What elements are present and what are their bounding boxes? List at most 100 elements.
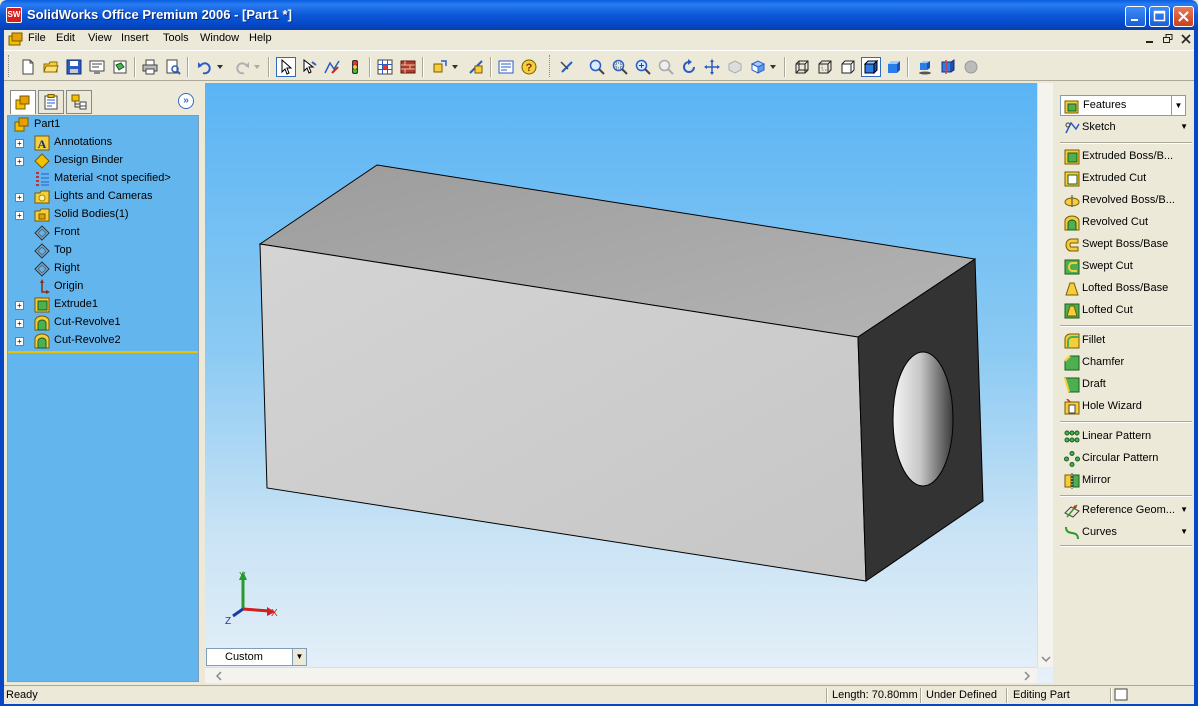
- solidworks-app-icon[interactable]: SW: [6, 7, 22, 23]
- standard-views-dropdown-icon[interactable]: [768, 57, 778, 77]
- sketch-edit-icon[interactable]: [322, 57, 342, 77]
- circular-pattern-button[interactable]: Circular Pattern: [1060, 449, 1190, 469]
- tree-item-lights-and-cameras[interactable]: + Lights and Cameras: [8, 188, 198, 206]
- document-close-icon[interactable]: [1178, 33, 1194, 47]
- rotate-view-icon[interactable]: [679, 57, 699, 77]
- shadows-in-shaded-mode-icon[interactable]: [915, 57, 935, 77]
- tree-item-material[interactable]: Material <not specified>: [8, 170, 198, 188]
- zoom-to-selection-icon[interactable]: [656, 57, 676, 77]
- maximize-button[interactable]: [1149, 6, 1170, 27]
- save-icon[interactable]: [64, 57, 84, 77]
- tab-configuration-manager[interactable]: [66, 90, 92, 114]
- standard-views-icon[interactable]: [748, 57, 768, 77]
- view-orientation-select[interactable]: Custom ▼: [206, 648, 307, 666]
- chevron-down-icon[interactable]: ▼: [292, 649, 306, 665]
- swept-cut-button[interactable]: Swept Cut: [1060, 257, 1190, 277]
- tree-item-cut-revolve2[interactable]: + Cut-Revolve2: [8, 332, 198, 350]
- hidden-lines-removed-icon[interactable]: [838, 57, 858, 77]
- part-model-view[interactable]: Y X Z: [205, 83, 1037, 667]
- menu-tools[interactable]: Tools: [163, 32, 189, 44]
- scroll-right-icon[interactable]: [1021, 669, 1033, 683]
- menu-insert[interactable]: Insert: [121, 32, 149, 44]
- tree-item-top-plane[interactable]: Top: [8, 242, 198, 260]
- realview-graphics-icon[interactable]: [961, 57, 981, 77]
- scroll-down-icon[interactable]: [1039, 653, 1053, 665]
- print-preview-sheet-icon[interactable]: [87, 57, 107, 77]
- wireframe-icon[interactable]: [792, 57, 812, 77]
- sketch-toolbar-button[interactable]: Sketch ▼: [1060, 118, 1190, 138]
- make-drawing-icon[interactable]: [110, 57, 130, 77]
- linear-pattern-button[interactable]: Linear Pattern: [1060, 427, 1190, 447]
- tree-item-solid-bodies[interactable]: + Solid Bodies(1): [8, 206, 198, 224]
- redo-dropdown-icon[interactable]: [252, 57, 262, 77]
- chevron-down-icon[interactable]: ▼: [1180, 505, 1188, 514]
- curves-button[interactable]: Curves ▼: [1060, 523, 1190, 543]
- menu-help[interactable]: Help: [249, 32, 272, 44]
- zoom-in-out-icon[interactable]: [633, 57, 653, 77]
- lofted-cut-button[interactable]: Lofted Cut: [1060, 301, 1190, 321]
- tree-item-part1[interactable]: Part1: [8, 116, 198, 134]
- tree-item-cut-revolve1[interactable]: + Cut-Revolve1: [8, 314, 198, 332]
- tab-feature-manager[interactable]: [10, 90, 36, 114]
- mirror-button[interactable]: Mirror: [1060, 471, 1190, 491]
- menu-window[interactable]: Window: [200, 32, 239, 44]
- extruded-cut-button[interactable]: Extruded Cut: [1060, 169, 1190, 189]
- chevron-down-icon[interactable]: ▼: [1171, 96, 1185, 115]
- hole-wizard-button[interactable]: Hole Wizard: [1060, 397, 1190, 417]
- select-arrow-icon[interactable]: [276, 57, 296, 77]
- quick-tips-icon[interactable]: [1114, 688, 1130, 702]
- toolbar-select-dropdown[interactable]: Features ▼: [1060, 95, 1186, 116]
- tree-item-extrude1[interactable]: + Extrude1: [8, 296, 198, 314]
- lofted-boss-button[interactable]: Lofted Boss/Base: [1060, 279, 1190, 299]
- new-document-icon[interactable]: [18, 57, 38, 77]
- chevron-down-icon[interactable]: ▼: [1180, 527, 1188, 536]
- previous-view-icon[interactable]: [557, 57, 577, 77]
- grid-icon[interactable]: [375, 57, 395, 77]
- scroll-left-icon[interactable]: [213, 669, 225, 683]
- shaded-icon[interactable]: [884, 57, 904, 77]
- tree-item-right-plane[interactable]: Right: [8, 260, 198, 278]
- options-icon[interactable]: [496, 57, 516, 77]
- fillet-button[interactable]: Fillet: [1060, 331, 1190, 351]
- close-button[interactable]: [1173, 6, 1194, 27]
- print-preview-icon[interactable]: [163, 57, 183, 77]
- undo-icon[interactable]: [195, 57, 215, 77]
- open-folder-icon[interactable]: [41, 57, 61, 77]
- revolved-cut-button[interactable]: Revolved Cut: [1060, 213, 1190, 233]
- help-icon[interactable]: ?: [519, 57, 539, 77]
- reference-geometry-button[interactable]: Reference Geom... ▼: [1060, 501, 1190, 521]
- appearance-icon[interactable]: [398, 57, 418, 77]
- rebuild-icon[interactable]: [345, 57, 365, 77]
- insert-component-dropdown-icon[interactable]: [450, 57, 460, 77]
- print-icon[interactable]: [140, 57, 160, 77]
- expand-plus-icon[interactable]: +: [15, 139, 24, 148]
- section-view-icon[interactable]: [938, 57, 958, 77]
- expand-plus-icon[interactable]: +: [15, 211, 24, 220]
- insert-component-icon[interactable]: [430, 57, 450, 77]
- tree-item-design-binder[interactable]: + Design Binder: [8, 152, 198, 170]
- extruded-boss-button[interactable]: Extruded Boss/B...: [1060, 147, 1190, 167]
- expand-panel-icon[interactable]: »: [178, 93, 194, 109]
- title-bar[interactable]: SW SolidWorks Office Premium 2006 - [Par…: [0, 0, 1198, 30]
- chevron-down-icon[interactable]: ▼: [1180, 122, 1188, 131]
- zoom-to-fit-icon[interactable]: [587, 57, 607, 77]
- redo-icon[interactable]: [232, 57, 252, 77]
- chamfer-button[interactable]: Chamfer: [1060, 353, 1190, 373]
- document-minimize-icon[interactable]: [1142, 33, 1158, 47]
- expand-plus-icon[interactable]: +: [15, 319, 24, 328]
- menu-edit[interactable]: Edit: [56, 32, 75, 44]
- draft-button[interactable]: Draft: [1060, 375, 1190, 395]
- tree-item-annotations[interactable]: + A Annotations: [8, 134, 198, 152]
- shaded-with-edges-icon[interactable]: [861, 57, 881, 77]
- graphics-area[interactable]: Y X Z Custom ▼: [205, 83, 1053, 683]
- toolbar-grip[interactable]: [8, 55, 11, 77]
- revolved-boss-button[interactable]: Revolved Boss/B...: [1060, 191, 1190, 211]
- solidworks-logo-icon[interactable]: [8, 32, 24, 47]
- rollback-bar[interactable]: [8, 351, 198, 353]
- expand-plus-icon[interactable]: +: [15, 301, 24, 310]
- horizontal-scrollbar[interactable]: [205, 667, 1037, 683]
- hidden-lines-visible-icon[interactable]: [815, 57, 835, 77]
- pan-icon[interactable]: [702, 57, 722, 77]
- expand-plus-icon[interactable]: +: [15, 193, 24, 202]
- swept-boss-button[interactable]: Swept Boss/Base: [1060, 235, 1190, 255]
